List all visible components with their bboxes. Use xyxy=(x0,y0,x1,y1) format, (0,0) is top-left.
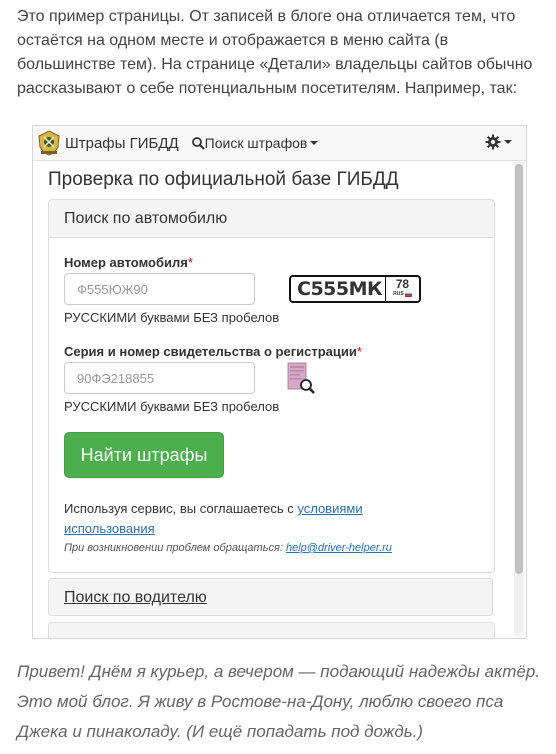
plate-number-input[interactable]: Ф555ЮЖ90 xyxy=(64,273,255,305)
terms-notice: Используя сервис, вы соглашаетесь с усло… xyxy=(64,501,363,536)
registration-cert-zoom-icon[interactable] xyxy=(287,362,315,396)
scrollbar-thumb[interactable] xyxy=(515,164,523,574)
search-fines-label: Поиск штрафов xyxy=(204,135,308,151)
license-plate-example: С555МК 78 RUS xyxy=(289,275,421,303)
driver-search-panel[interactable]: Поиск по водителю xyxy=(48,578,493,616)
cert-hint: РУССКИМИ буквами БЕЗ пробелов xyxy=(64,399,280,414)
search-fines-menu[interactable]: Поиск штрафов xyxy=(191,135,319,151)
embedded-app-frame: Штрафы ГИБДД Поиск штрафов Проверка по о… xyxy=(32,125,527,639)
main-content: Проверка по официальной базе ГИБДД Поиск… xyxy=(33,161,509,638)
support-contact: При возникновении проблем обращаться: he… xyxy=(64,542,392,554)
settings-menu[interactable] xyxy=(485,134,512,150)
plate-number-label: Номер автомобиля* xyxy=(64,255,193,270)
registration-cert-input[interactable]: 90ФЭ218855 xyxy=(64,362,255,394)
search-icon xyxy=(191,136,205,150)
car-panel-heading: Поиск по автомобилю xyxy=(49,200,494,238)
gibdd-logo-icon[interactable] xyxy=(35,129,63,157)
chevron-down-icon xyxy=(310,141,319,145)
plate-example-number: С555МК xyxy=(297,278,383,300)
plate-hint: РУССКИМИ буквами БЕЗ пробелов xyxy=(64,310,280,325)
required-mark: * xyxy=(356,344,362,359)
chevron-down-icon xyxy=(504,140,512,144)
russian-flag-icon xyxy=(404,291,412,297)
navbar: Штрафы ГИБДД Поиск штрафов xyxy=(33,126,526,161)
brand-title[interactable]: Штрафы ГИБДД xyxy=(65,135,179,152)
author-intro-paragraph: Привет! Днём я курьер, а вечером — подаю… xyxy=(17,662,541,741)
find-fines-button[interactable]: Найти штрафы xyxy=(64,432,224,478)
intro-paragraph: Это пример страницы. От записей в блоге … xyxy=(17,8,533,97)
registration-cert-label: Серия и номер свидетельства о регистраци… xyxy=(64,344,362,359)
gear-icon xyxy=(485,134,501,150)
required-mark: * xyxy=(187,255,193,270)
scrollbar[interactable] xyxy=(514,162,524,636)
page-title: Проверка по официальной базе ГИБДД xyxy=(48,169,399,190)
collapsed-panel[interactable] xyxy=(48,622,495,638)
support-email-link[interactable]: help@driver-helper.ru xyxy=(286,542,392,554)
plate-example-region: 78 RUS xyxy=(384,277,419,301)
driver-panel-heading: Поиск по водителю xyxy=(64,589,207,606)
car-search-panel: Поиск по автомобилю Номер автомобиля* Ф5… xyxy=(48,199,495,573)
